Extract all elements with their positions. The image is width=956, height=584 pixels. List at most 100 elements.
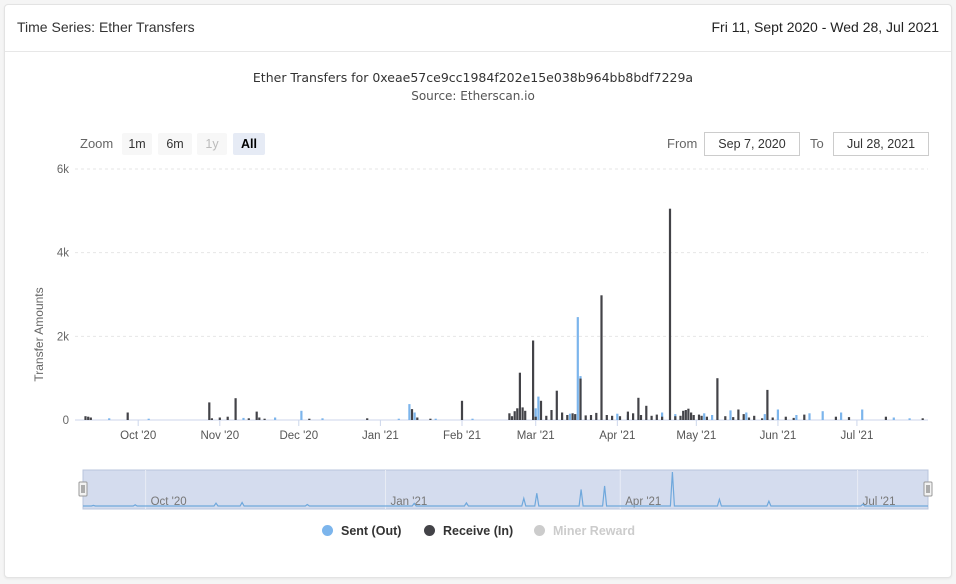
sent-bar (537, 396, 540, 420)
receive-bar (674, 416, 677, 420)
receive-bar (584, 415, 587, 420)
x-tick-label: Mar '21 (517, 430, 555, 442)
x-tick-label: Jun '21 (760, 430, 797, 442)
receive-bar (561, 412, 564, 420)
sent-bar (434, 418, 437, 420)
sent-bar (413, 412, 416, 420)
receive-bar (416, 417, 419, 420)
receive-bar (571, 413, 574, 420)
receive-bar (792, 417, 795, 420)
receive-bar (690, 412, 693, 420)
sent-bar (274, 417, 277, 420)
receive-bar (637, 397, 640, 420)
receive-bar (611, 415, 614, 420)
receive-bar (639, 415, 643, 420)
receive-bar (429, 418, 432, 420)
receive-bar (258, 417, 261, 420)
receive-bar (650, 415, 653, 420)
sent-bar (861, 409, 864, 420)
receive-bar (521, 407, 524, 420)
receive-bar (700, 415, 703, 420)
x-tick-label: Feb '21 (443, 430, 481, 442)
navigator-right-handle[interactable] (923, 481, 933, 497)
receive-bar (410, 409, 414, 420)
sent-bar (568, 413, 572, 420)
sent-bar (729, 410, 732, 420)
receive-bar (263, 418, 266, 420)
receive-bar (545, 415, 548, 420)
y-tick-label: 0 (63, 415, 69, 427)
receive-bar (747, 417, 751, 420)
receive-bar (539, 400, 543, 420)
sent-bar (711, 415, 714, 420)
receive-bar (550, 410, 553, 420)
sent-bar (242, 417, 245, 420)
navigator-left-handle[interactable] (78, 481, 88, 497)
legend-label-miner: Miner Reward (553, 524, 635, 538)
receive-bar (218, 417, 221, 420)
navigator-window (82, 469, 929, 510)
receive-bar (732, 417, 735, 420)
receive-bar (705, 416, 708, 420)
sent-bar (576, 317, 579, 420)
receive-legend-icon (424, 525, 435, 536)
receive-bar (655, 414, 658, 420)
receive-bar (524, 410, 527, 420)
receive-bar (921, 418, 924, 420)
sent-bar (321, 418, 324, 420)
receive-bar (684, 410, 687, 420)
x-tick-label: Dec '20 (279, 430, 318, 442)
receive-bar (555, 390, 558, 420)
sent-bar (300, 410, 303, 420)
receive-bar (692, 415, 695, 420)
receive-bar (255, 411, 258, 420)
receive-bar (566, 415, 569, 420)
receive-bar (87, 416, 90, 420)
sent-bar (763, 414, 766, 420)
receive-bar (632, 413, 635, 420)
sent-bar (703, 413, 706, 420)
receive-bar (247, 418, 250, 420)
receive-bar (645, 405, 648, 420)
legend-item-sent[interactable]: Sent (Out) (322, 524, 401, 538)
receive-bar (766, 389, 769, 420)
receive-bar (516, 408, 519, 420)
receive-bar (460, 400, 464, 420)
sent-bar (892, 417, 895, 420)
x-tick-label: Oct '20 (120, 430, 156, 442)
legend-item-receive[interactable]: Receive (In) (424, 524, 513, 538)
receive-bar (208, 402, 211, 420)
receive-bar (682, 410, 685, 420)
receive-bar (724, 416, 727, 420)
receive-bar (687, 408, 690, 420)
receive-bar (579, 378, 582, 420)
receive-bar (884, 416, 887, 420)
x-tick-label: Jan '21 (362, 430, 399, 442)
x-tick-label: Nov '20 (200, 430, 239, 442)
legend-item-miner[interactable]: Miner Reward (534, 524, 635, 538)
receive-bar (508, 413, 511, 420)
sent-bar (808, 413, 811, 420)
sent-bar (908, 418, 911, 420)
miner-legend-icon (534, 525, 545, 536)
receive-bar (626, 411, 629, 420)
receive-bar (784, 416, 787, 420)
sent-bar (616, 413, 619, 420)
receive-bar (803, 414, 806, 420)
x-tick-label: Jul '21 (840, 430, 873, 442)
sent-bar (408, 404, 411, 420)
x-tick-label: May '21 (676, 430, 716, 442)
sent-bar (147, 418, 150, 420)
sent-bar (795, 415, 798, 420)
receive-bar (600, 295, 603, 420)
receive-bar (308, 418, 311, 420)
receive-bar (89, 417, 92, 420)
y-tick-label: 6k (57, 164, 69, 176)
receive-bar (210, 418, 213, 420)
sent-legend-icon (322, 525, 333, 536)
sent-bar (776, 409, 779, 420)
receive-bar (518, 372, 521, 420)
receive-bar (513, 411, 516, 420)
sent-bar (821, 411, 824, 420)
y-axis-title: Transfer Amounts (32, 287, 46, 381)
